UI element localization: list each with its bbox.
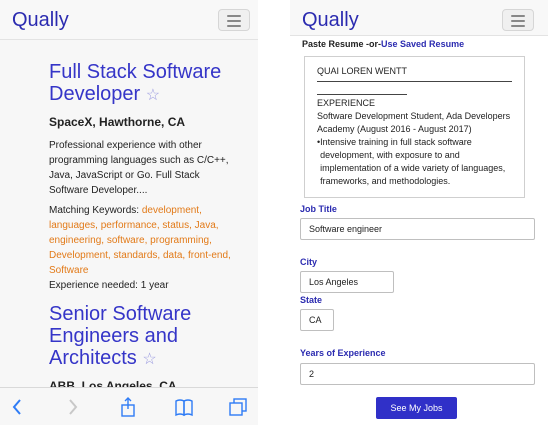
years-experience-input[interactable] <box>300 363 535 385</box>
keyword-item: programming, <box>147 235 212 246</box>
job-card: Senior Software Engineers and Architects… <box>49 303 239 393</box>
tabs-icon[interactable] <box>228 397 248 417</box>
job-title-text[interactable]: Full Stack Software Developer <box>49 61 221 105</box>
state-label: State <box>300 295 323 305</box>
hamburger-line <box>227 25 241 27</box>
resume-section-heading: EXPERIENCE <box>317 98 376 108</box>
share-icon[interactable] <box>118 397 138 417</box>
paste-resume-label: Paste Resume -or- <box>302 39 382 49</box>
resume-divider <box>317 92 407 95</box>
job-title-text[interactable]: Senior Software Engineers and Architects <box>49 303 191 369</box>
job-description: Professional experience with other progr… <box>49 140 229 196</box>
hamburger-line <box>511 15 525 17</box>
resume-bullet: • Intensive training in full stack softw… <box>317 136 512 188</box>
keyword-item: standards, <box>110 250 161 261</box>
use-saved-resume-link[interactable]: Use Saved Resume <box>381 39 464 49</box>
job-title-link[interactable]: Senior Software Engineers and Architects… <box>49 303 239 371</box>
job-company: SpaceX, Hawthorne, CA <box>49 115 186 129</box>
city-input[interactable] <box>300 271 394 293</box>
city-label: City <box>300 257 318 267</box>
keyword-item: front-end, <box>185 250 231 261</box>
keyword-item: data, <box>160 250 186 261</box>
star-icon[interactable]: ☆ <box>146 87 160 104</box>
job-card: Full Stack Software Developer ☆ SpaceX, … <box>49 61 239 293</box>
experience-needed: Experience needed: 1 year <box>49 280 169 291</box>
job-title-input[interactable] <box>300 218 535 240</box>
resume-name: QUAI LOREN WENTT <box>317 65 512 82</box>
back-icon[interactable] <box>8 397 28 417</box>
paste-resume-prompt: Paste Resume -or-Use Saved Resume <box>302 39 464 49</box>
keyword-item: Software <box>49 265 89 276</box>
keyword-item: development, <box>141 205 202 216</box>
star-icon[interactable]: ☆ <box>142 351 156 368</box>
keyword-item: software, <box>104 235 148 246</box>
resume-textarea[interactable]: QUAI LOREN WENTT EXPERIENCE Software Dev… <box>304 56 525 198</box>
see-my-jobs-button[interactable]: See My Jobs <box>376 397 457 419</box>
browser-toolbar <box>0 387 258 425</box>
hamburger-line <box>511 20 525 22</box>
top-navbar: Qually <box>290 0 548 36</box>
keyword-item: engineering, <box>49 235 105 246</box>
keyword-item: performance, <box>97 220 160 231</box>
brand-logo[interactable]: Qually <box>302 9 359 32</box>
resume-form-screen: Qually Paste Resume -or-Use Saved Resume… <box>290 0 548 425</box>
top-navbar: Qually <box>0 0 258 40</box>
job-title-link[interactable]: Full Stack Software Developer ☆ <box>49 61 239 107</box>
keyword-item: Java, <box>191 220 219 231</box>
keyword-item: status, <box>159 220 192 231</box>
job-results-screen: Qually Full Stack Software Developer ☆ S… <box>0 0 258 425</box>
hamburger-line <box>511 25 525 27</box>
resume-role: Software Development Student, Ada Develo… <box>317 111 511 134</box>
menu-toggle-button[interactable] <box>218 9 250 31</box>
keywords-label: Matching Keywords: <box>49 205 140 216</box>
job-list: Full Stack Software Developer ☆ SpaceX, … <box>49 61 239 393</box>
state-input[interactable] <box>300 309 334 331</box>
years-experience-label: Years of Experience <box>300 348 386 358</box>
brand-logo[interactable]: Qually <box>12 9 69 32</box>
matching-keywords: Matching Keywords: development, language… <box>49 203 239 278</box>
resume-bullet-text: Intensive training in full stack softwar… <box>320 137 506 186</box>
keyword-item: Development, <box>49 250 111 261</box>
hamburger-line <box>227 20 241 22</box>
bookmarks-icon[interactable] <box>174 397 194 417</box>
menu-toggle-button[interactable] <box>502 9 534 31</box>
job-title-label: Job Title <box>300 204 337 214</box>
hamburger-line <box>227 15 241 17</box>
forward-icon[interactable] <box>62 397 82 417</box>
keyword-item: languages, <box>49 220 98 231</box>
